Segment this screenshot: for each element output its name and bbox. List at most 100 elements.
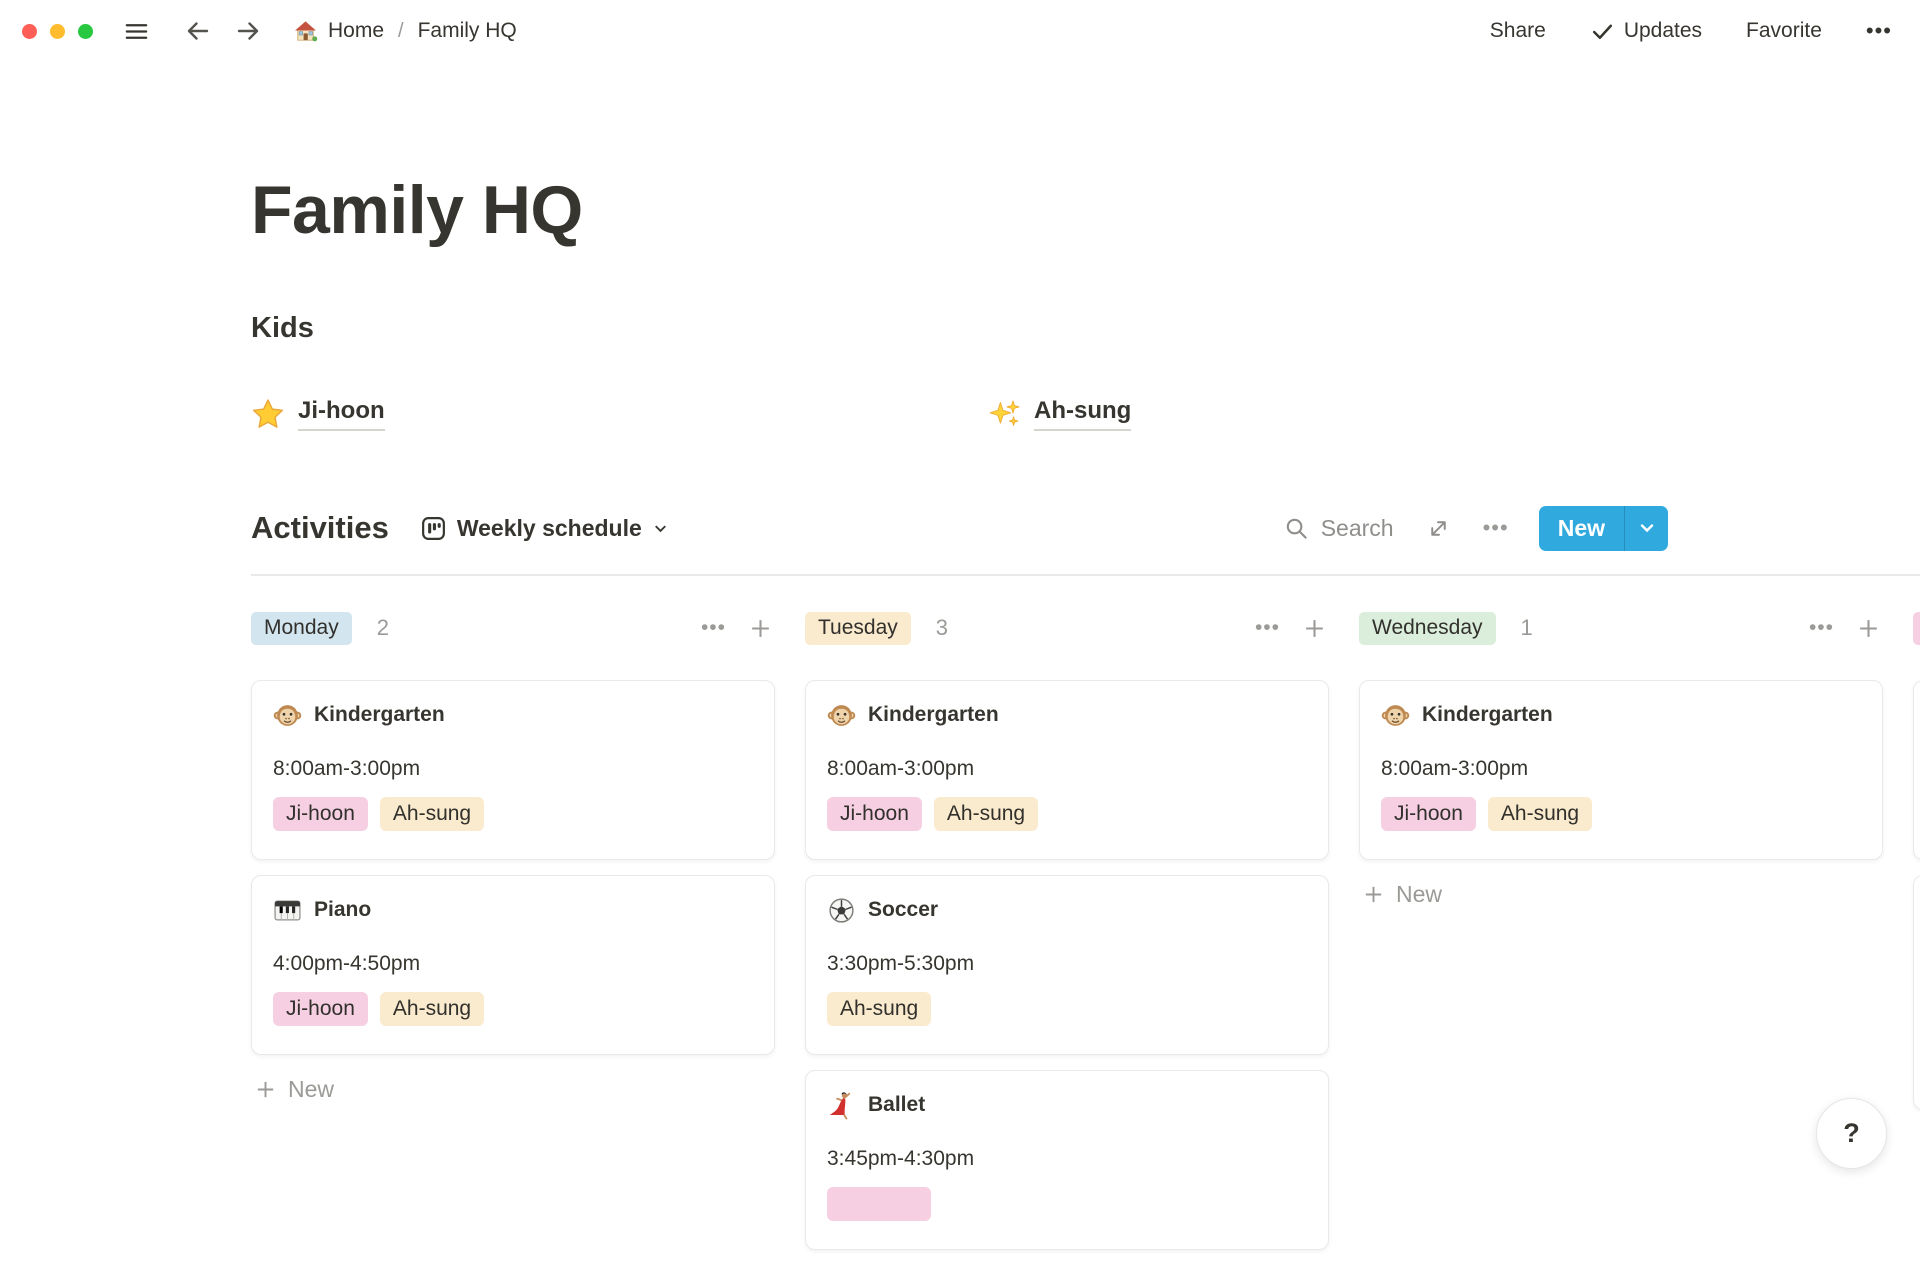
- tag-chip: Ah-sung: [934, 797, 1038, 831]
- card-title: Piano: [314, 898, 371, 922]
- close-window-button[interactable]: [22, 24, 37, 39]
- expand-view-button[interactable]: [1424, 514, 1453, 543]
- breadcrumb: Home / Family HQ: [288, 16, 521, 47]
- tag-chip: Ah-sung: [380, 797, 484, 831]
- board-card-soccer[interactable]: Soccer 3:30pm-5:30pm Ah-sung: [805, 875, 1329, 1055]
- card-title: Ballet: [868, 1093, 925, 1117]
- new-button-dropdown[interactable]: [1624, 506, 1668, 551]
- card-title: Kindergarten: [868, 703, 999, 727]
- plus-icon: [1856, 616, 1881, 641]
- share-label: Share: [1490, 19, 1546, 43]
- weekly-schedule-board: Monday 2 •••: [0, 606, 1920, 1265]
- chevron-down-icon: [651, 519, 670, 538]
- sidebar-menu-button[interactable]: [119, 14, 154, 49]
- search-button[interactable]: Search: [1281, 513, 1396, 544]
- column-header: Wednesday 1 •••: [1359, 606, 1883, 650]
- column-new-button[interactable]: New: [251, 1070, 337, 1109]
- card-title: Kindergarten: [314, 703, 445, 727]
- tag-chip: Ji-hoon: [273, 992, 368, 1026]
- column-header: Tuesday 3 •••: [805, 606, 1329, 650]
- board-card-kindergarten[interactable]: Kindergarten 8:00am-3:00pm Ji-hoon Ah-su…: [251, 680, 775, 860]
- window-topbar: Home / Family HQ Share Updates Favorite …: [0, 0, 1920, 62]
- favorite-label: Favorite: [1746, 19, 1822, 43]
- traffic-lights: [22, 24, 93, 39]
- tag-chip: Ji-hoon: [273, 797, 368, 831]
- back-button[interactable]: [180, 13, 216, 49]
- page-link-label: Ji-hoon: [298, 397, 385, 431]
- dancer-icon: [827, 1091, 856, 1120]
- tag-chip: Ah-sung: [827, 992, 931, 1026]
- tag-chip: Ji-hoon: [827, 797, 922, 831]
- breadcrumb-home-label: Home: [328, 19, 384, 43]
- tag-chip: [827, 1187, 931, 1221]
- breadcrumb-separator: /: [398, 20, 404, 43]
- column-more-button[interactable]: •••: [699, 614, 728, 642]
- card-time: 8:00am-3:00pm: [1381, 757, 1861, 781]
- breadcrumb-current-label: Family HQ: [418, 19, 517, 43]
- arrow-right-icon: [234, 17, 262, 45]
- view-switcher-button[interactable]: Weekly schedule: [413, 510, 676, 547]
- arrow-left-icon: [184, 17, 212, 45]
- minimize-window-button[interactable]: [50, 24, 65, 39]
- board-card-kindergarten[interactable]: Kindergarten 8:00am-3:00pm Ji-hoon Ah-su…: [1359, 680, 1883, 860]
- view-options-button[interactable]: •••: [1481, 513, 1511, 543]
- search-label: Search: [1321, 515, 1394, 542]
- chevron-down-icon: [1637, 518, 1657, 538]
- ellipsis-icon: •••: [701, 616, 726, 639]
- tag-chip: Ah-sung: [1488, 797, 1592, 831]
- updates-button[interactable]: Updates: [1588, 17, 1704, 46]
- board-column-partial: [1913, 606, 1920, 1265]
- column-add-card-button[interactable]: [746, 614, 775, 643]
- favorite-button[interactable]: Favorite: [1744, 17, 1824, 45]
- check-icon: [1590, 19, 1615, 44]
- card-title: Soccer: [868, 898, 938, 922]
- board-card-kindergarten[interactable]: Kindergarten 8:00am-3:00pm Ji-hoon Ah-su…: [805, 680, 1329, 860]
- board-column-tuesday: Tuesday 3 •••: [805, 606, 1329, 1265]
- plus-icon: [1302, 616, 1327, 641]
- kids-links-row: Ji-hoon Ah-sung: [251, 390, 1920, 438]
- ellipsis-icon: •••: [1483, 515, 1509, 541]
- sparkles-icon: [989, 398, 1021, 430]
- monkey-face-icon: [827, 701, 856, 730]
- column-add-card-button[interactable]: [1854, 614, 1883, 643]
- column-count: 2: [377, 615, 389, 641]
- page-link-label: Ah-sung: [1034, 397, 1131, 431]
- column-add-card-button[interactable]: [1300, 614, 1329, 643]
- card-time: 3:30pm-5:30pm: [827, 952, 1307, 976]
- plus-icon: [254, 1078, 277, 1101]
- column-count: 1: [1521, 615, 1533, 641]
- column-header: [1913, 606, 1920, 650]
- soccer-ball-icon: [827, 896, 856, 925]
- column-tag-monday: Monday: [251, 612, 352, 645]
- zoom-window-button[interactable]: [78, 24, 93, 39]
- board-view-icon: [419, 514, 448, 543]
- column-new-button[interactable]: New: [1359, 875, 1445, 914]
- page-more-button[interactable]: •••: [1864, 16, 1894, 46]
- board-card-ballet[interactable]: Ballet 3:45pm-4:30pm: [805, 1070, 1329, 1250]
- board-column-wednesday: Wednesday 1 •••: [1359, 606, 1883, 1265]
- column-more-button[interactable]: •••: [1253, 614, 1282, 642]
- help-button[interactable]: ?: [1816, 1098, 1887, 1169]
- plus-icon: [1362, 883, 1385, 906]
- expand-diagonal-icon: [1426, 516, 1451, 541]
- plus-icon: [748, 616, 773, 641]
- tag-chip: Ji-hoon: [1381, 797, 1476, 831]
- breadcrumb-current-page[interactable]: Family HQ: [414, 17, 521, 45]
- view-name: Weekly schedule: [457, 515, 642, 542]
- column-more-button[interactable]: •••: [1807, 614, 1836, 642]
- page-link-ah-sung[interactable]: Ah-sung: [989, 397, 1131, 431]
- board-card-piano[interactable]: Piano 4:00pm-4:50pm Ji-hoon Ah-sung: [251, 875, 775, 1055]
- board-card[interactable]: [1913, 875, 1920, 1110]
- column-tag-partial: [1913, 612, 1920, 645]
- board-card[interactable]: [1913, 680, 1920, 860]
- page-link-ji-hoon[interactable]: Ji-hoon: [251, 397, 385, 431]
- share-button[interactable]: Share: [1488, 17, 1548, 45]
- board-column-monday: Monday 2 •••: [251, 606, 775, 1265]
- new-button[interactable]: New: [1539, 506, 1624, 551]
- column-header: Monday 2 •••: [251, 606, 775, 650]
- forward-button[interactable]: [230, 13, 266, 49]
- piano-icon: [273, 896, 302, 925]
- card-time: 4:00pm-4:50pm: [273, 952, 753, 976]
- card-time: 8:00am-3:00pm: [273, 757, 753, 781]
- breadcrumb-home[interactable]: Home: [288, 16, 388, 47]
